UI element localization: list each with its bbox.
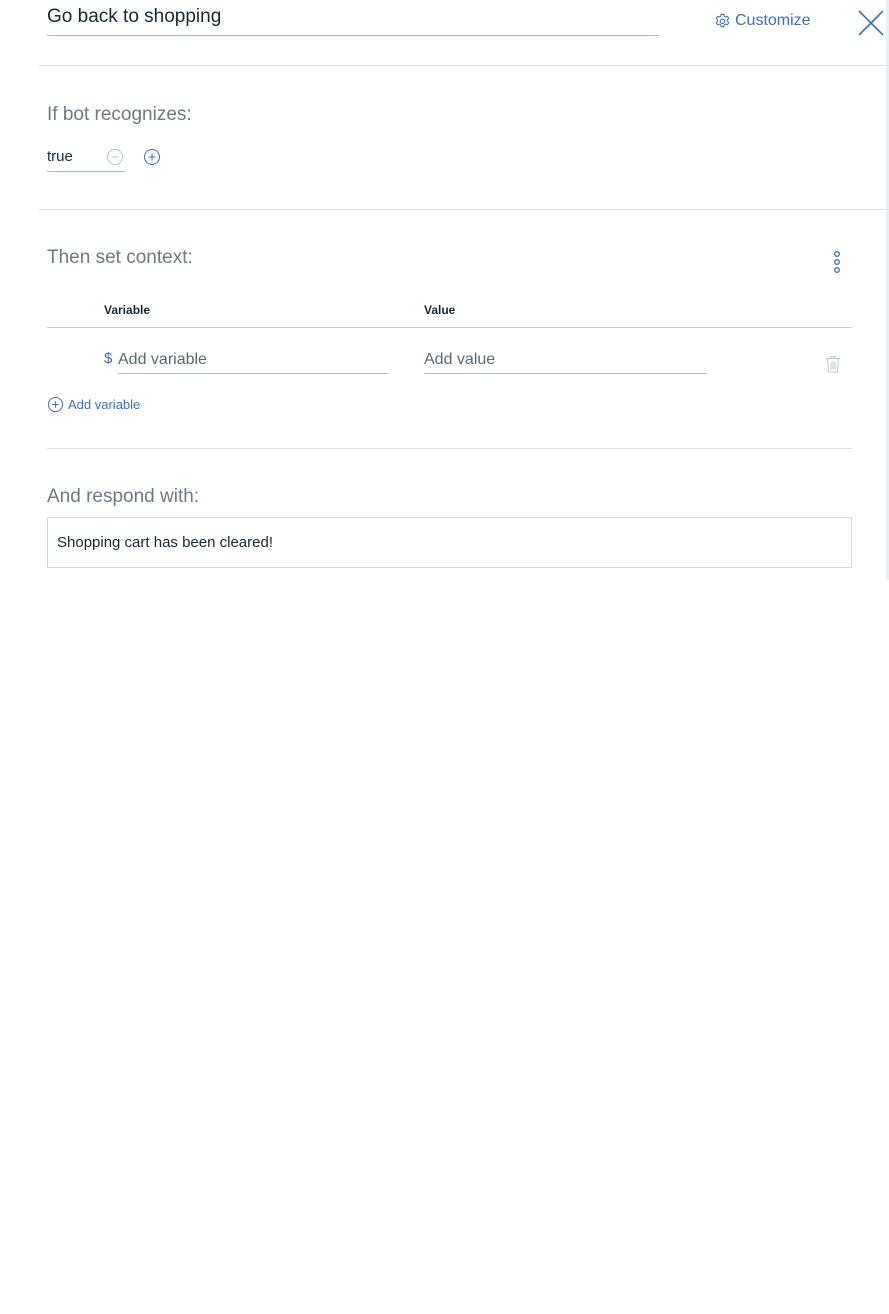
add-variable-label: Add variable [68,396,141,412]
variable-input[interactable] [118,347,388,374]
context-table-header-line [47,327,852,328]
condition-value: true [47,148,73,165]
context-section-label: Then set context: [47,247,193,268]
trash-icon [826,356,840,373]
node-name-field[interactable]: Go back to shopping [47,4,659,36]
minus-circle-icon [107,149,123,165]
variable-column-header: Variable [104,303,151,317]
plus-circle-icon [47,396,64,412]
response-text: Shopping cart has been cleared! [57,534,273,551]
delete-variable-button[interactable] [825,355,841,373]
plus-circle-icon [144,149,160,165]
context-divider [47,448,852,449]
close-icon [858,10,884,36]
variable-prefix: $ [104,350,113,367]
response-section-label: And respond with: [47,486,200,507]
value-input[interactable] [424,347,707,374]
context-overflow-menu-button[interactable] [829,249,845,279]
header-divider [39,65,889,66]
condition-divider [39,209,889,210]
condition-section-label: If bot recognizes: [47,104,192,125]
add-condition-button[interactable] [143,148,161,166]
response-text-field[interactable]: Shopping cart has been cleared! [47,517,852,568]
value-column-header: Value [424,303,456,317]
add-variable-button[interactable]: Add variable [47,395,140,413]
overflow-menu-icon [834,251,840,273]
gear-icon [714,13,731,30]
customize-button[interactable]: Customize [714,9,811,33]
remove-condition-button[interactable] [106,148,124,166]
close-button[interactable] [856,8,886,38]
node-name-text: Go back to shopping [47,6,222,27]
customize-label: Customize [735,12,811,29]
